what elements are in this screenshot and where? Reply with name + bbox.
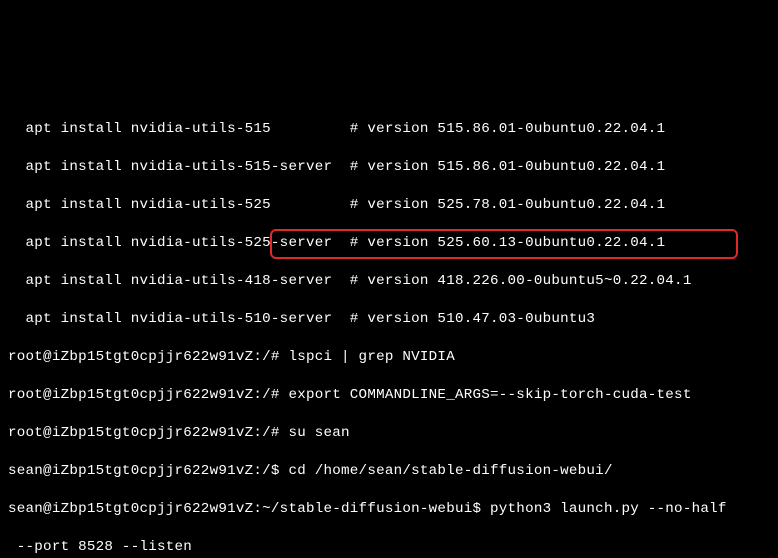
terminal-line: apt install nvidia-utils-418-server # ve… [8, 272, 770, 291]
terminal-line: apt install nvidia-utils-510-server # ve… [8, 310, 770, 329]
terminal-line: apt install nvidia-utils-515 # version 5… [8, 120, 770, 139]
terminal-output[interactable]: apt install nvidia-utils-515 # version 5… [0, 95, 778, 558]
terminal-line: apt install nvidia-utils-525 # version 5… [8, 196, 770, 215]
terminal-line: root@iZbp15tgt0cpjjr622w91vZ:/# su sean [8, 424, 770, 443]
terminal-line: apt install nvidia-utils-515-server # ve… [8, 158, 770, 177]
terminal-line: sean@iZbp15tgt0cpjjr622w91vZ:/$ cd /home… [8, 462, 770, 481]
terminal-line: sean@iZbp15tgt0cpjjr622w91vZ:~/stable-di… [8, 500, 770, 519]
terminal-line: root@iZbp15tgt0cpjjr622w91vZ:/# lspci | … [8, 348, 770, 367]
terminal-line: --port 8528 --listen [8, 538, 770, 557]
terminal-line: apt install nvidia-utils-525-server # ve… [8, 234, 770, 253]
terminal-line: root@iZbp15tgt0cpjjr622w91vZ:/# export C… [8, 386, 770, 405]
